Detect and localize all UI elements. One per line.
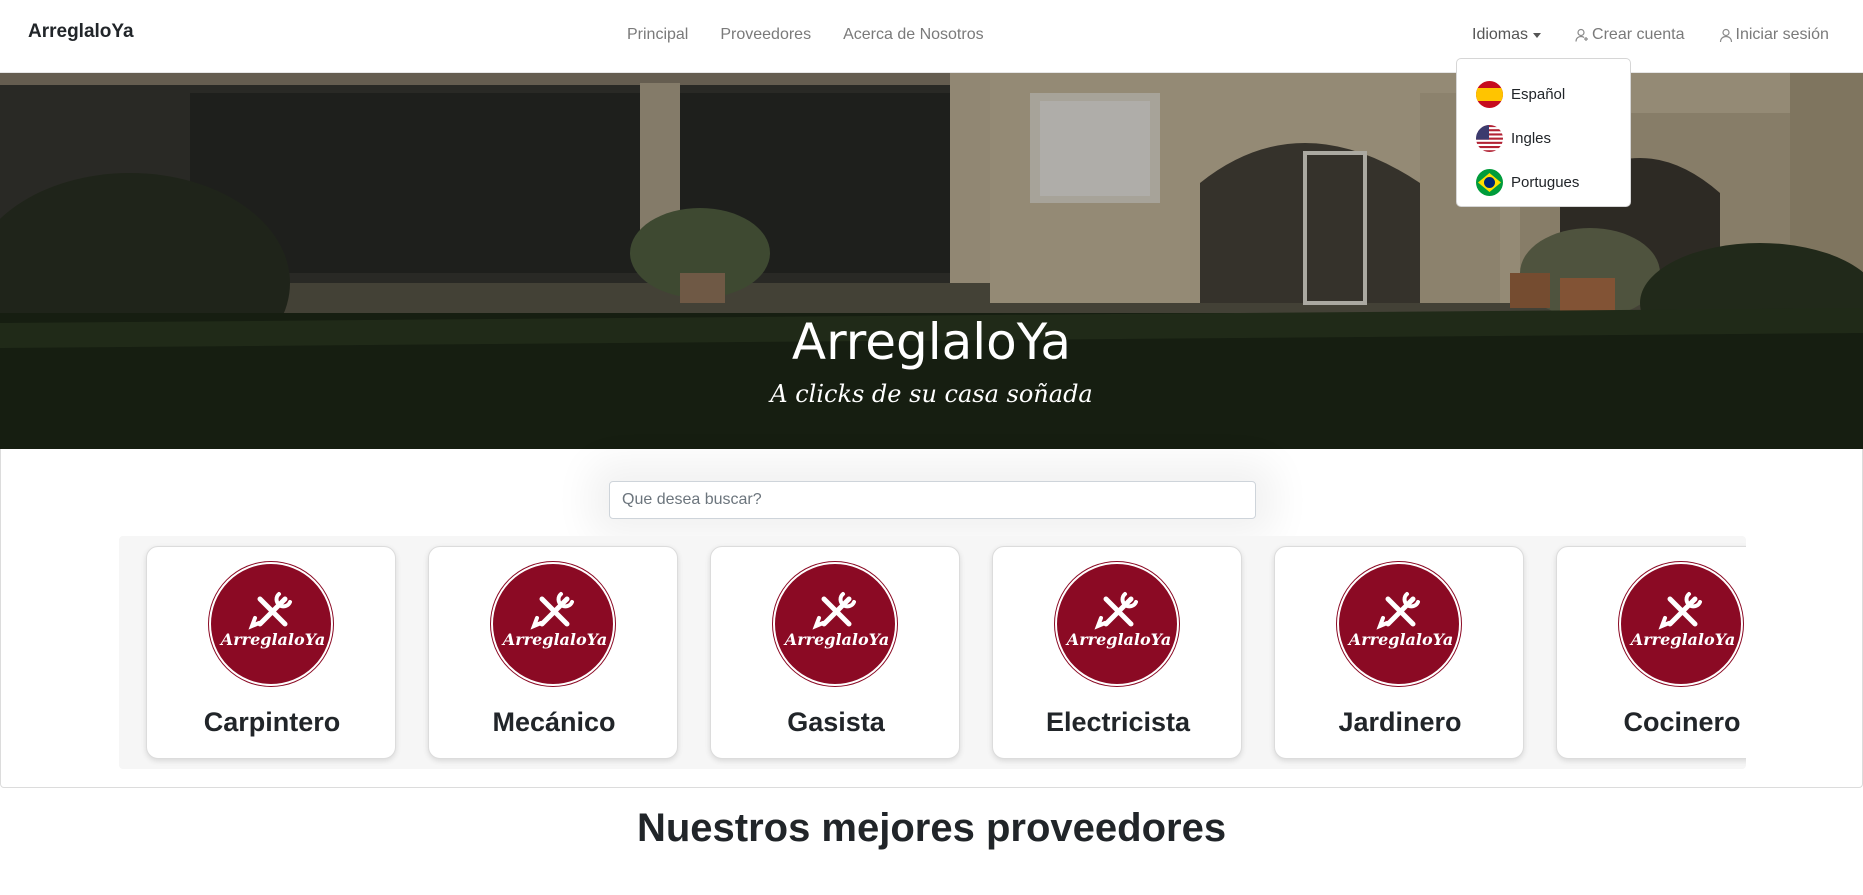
nav-proveedores[interactable]: Proveedores — [720, 26, 811, 44]
brazil-flag-icon — [1476, 168, 1503, 196]
hero-subtitle: A clicks de su casa soñada — [770, 380, 1093, 408]
category-card-electricista[interactable]: ArreglaloYa Electricista — [992, 546, 1242, 759]
logo-text: ArreglaloYa — [1065, 630, 1171, 649]
category-name: Mecánico — [492, 707, 616, 737]
user-nav: Idiomas Crear cuenta Iniciar sesión — [1472, 26, 1829, 44]
logo-text: ArreglaloYa — [501, 630, 607, 649]
login-label: Iniciar sesión — [1735, 26, 1829, 43]
category-card-mecanico[interactable]: ArreglaloYa Mecánico — [428, 546, 678, 759]
languages-dropdown-menu: Español Ingles Portugues — [1456, 58, 1631, 207]
tools-icon: ArreglaloYa — [1629, 592, 1735, 649]
arreglaloya-logo: ArreglaloYa — [773, 562, 897, 686]
category-name: Electricista — [1045, 707, 1191, 737]
languages-dropdown-toggle[interactable]: Idiomas — [1472, 26, 1542, 44]
brand-logo[interactable]: ArreglaloYa — [28, 21, 134, 43]
category-card-carpintero[interactable]: ArreglaloYa Carpintero — [146, 546, 396, 759]
search-wrapper — [609, 481, 1256, 519]
category-card-jardinero[interactable]: ArreglaloYa Jardinero — [1274, 546, 1524, 759]
tools-icon: ArreglaloYa — [501, 592, 607, 649]
search-input[interactable] — [609, 481, 1256, 519]
language-option-portugues[interactable]: Portugues — [1457, 160, 1630, 204]
tools-icon: ArreglaloYa — [219, 592, 325, 649]
nav-acerca[interactable]: Acerca de Nosotros — [843, 26, 984, 44]
tools-icon: ArreglaloYa — [1347, 592, 1453, 649]
user-icon — [1719, 28, 1732, 42]
logo-text: ArreglaloYa — [1347, 630, 1453, 649]
nav-principal[interactable]: Principal — [627, 26, 688, 44]
language-option-ingles[interactable]: Ingles — [1457, 116, 1630, 160]
tools-icon: ArreglaloYa — [1065, 592, 1171, 649]
category-name: Carpintero — [203, 707, 341, 737]
categories-carousel[interactable]: ArreglaloYa Carpintero ArreglaloYa Mecán… — [119, 536, 1746, 769]
language-option-espanol[interactable]: Español — [1457, 72, 1630, 116]
languages-label: Idiomas — [1472, 26, 1529, 43]
categories-section: ArreglaloYa Carpintero ArreglaloYa Mecán… — [0, 449, 1863, 788]
spain-flag-icon — [1476, 80, 1503, 108]
category-card-cocinero[interactable]: ArreglaloYa Cocinero — [1556, 546, 1746, 759]
main-nav: Principal Proveedores Acerca de Nosotros — [627, 26, 984, 44]
language-label: Español — [1511, 85, 1566, 103]
arreglaloya-logo: ArreglaloYa — [1337, 562, 1461, 686]
tools-icon: ArreglaloYa — [783, 592, 889, 649]
arreglaloya-logo: ArreglaloYa — [1055, 562, 1179, 686]
category-name: Jardinero — [1338, 707, 1462, 737]
user-plus-icon — [1575, 28, 1589, 42]
login-link[interactable]: Iniciar sesión — [1719, 26, 1829, 44]
category-name: Cocinero — [1623, 707, 1741, 737]
create-account-link[interactable]: Crear cuenta — [1575, 26, 1685, 44]
best-providers-heading: Nuestros mejores proveedores — [636, 806, 1227, 850]
arreglaloya-logo: ArreglaloYa — [491, 562, 615, 686]
arreglaloya-logo: ArreglaloYa — [209, 562, 333, 686]
caret-down-icon — [1533, 32, 1542, 38]
usa-flag-icon — [1476, 124, 1503, 152]
hero-title: ArreglaloYa — [791, 313, 1072, 371]
create-account-label: Crear cuenta — [1592, 26, 1685, 43]
language-label: Portugues — [1511, 173, 1580, 191]
logo-text: ArreglaloYa — [1629, 630, 1735, 649]
logo-text: ArreglaloYa — [219, 630, 325, 649]
category-name: Gasista — [787, 707, 885, 737]
language-label: Ingles — [1511, 129, 1552, 147]
arreglaloya-logo: ArreglaloYa — [1619, 562, 1743, 686]
logo-text: ArreglaloYa — [783, 630, 889, 649]
category-card-gasista[interactable]: ArreglaloYa Gasista — [710, 546, 960, 759]
